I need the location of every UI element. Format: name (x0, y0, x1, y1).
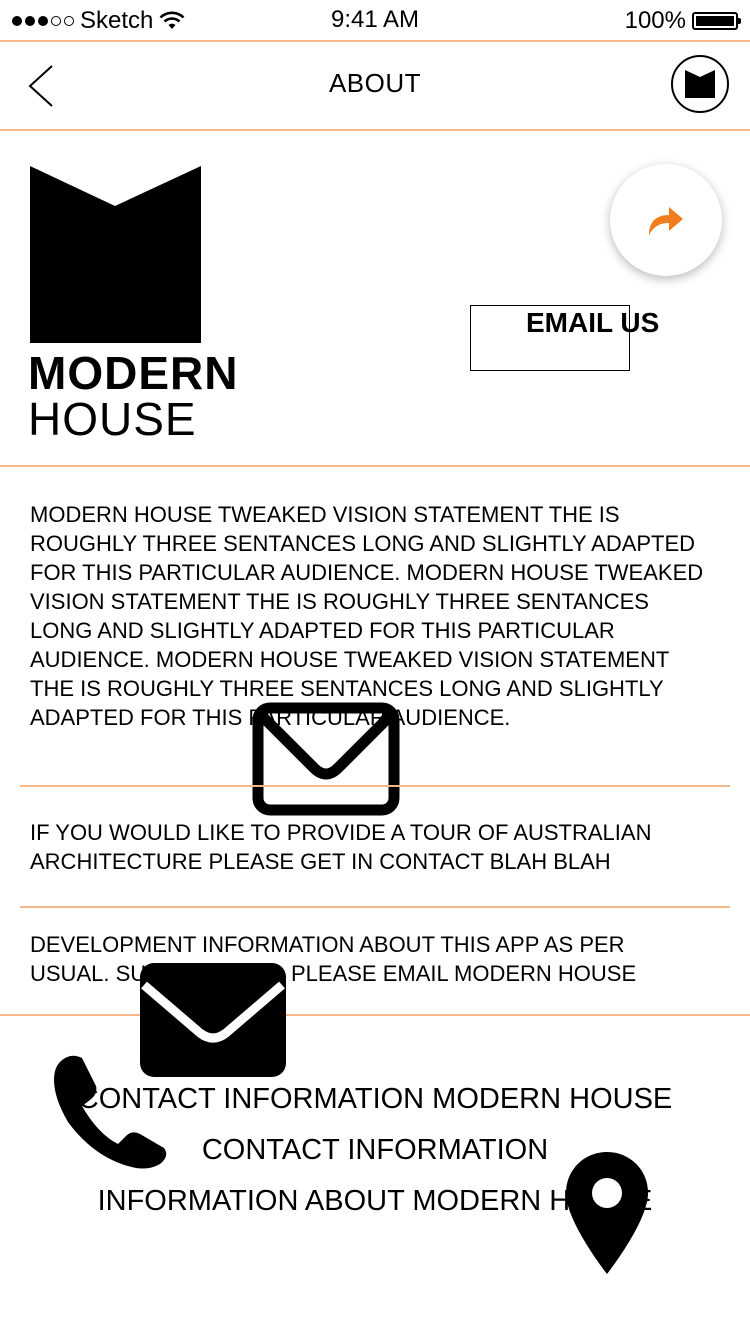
status-bar: Sketch 9:41 AM 100% (0, 0, 750, 40)
dev-info-line-1: DEVELOPMENT INFORMATION ABOUT THIS APP A… (30, 932, 625, 957)
email-us-label[interactable]: EMAIL US (526, 307, 659, 339)
divider (0, 129, 750, 131)
dev-info-line-2-start: USUAL. SU (30, 961, 147, 986)
modern-house-logo (30, 166, 201, 343)
vision-statement: MODERN HOUSE TWEAKED VISION STATEMENT TH… (30, 502, 704, 730)
location-pin-icon[interactable] (564, 1150, 650, 1276)
home-logo-button[interactable] (671, 55, 729, 113)
brand-name-house: HOUSE (28, 393, 197, 445)
modern-house-logo-icon (685, 70, 715, 98)
divider (20, 906, 730, 908)
divider (0, 40, 750, 42)
dev-info-line-2-end: PLEASE EMAIL MODERN HOUSE (291, 961, 637, 986)
mail-outline-icon[interactable] (252, 702, 400, 816)
tour-text: IF YOU WOULD LIKE TO PROVIDE A TOUR OF A… (30, 820, 652, 874)
battery-status: 100% (624, 6, 741, 36)
contact-line-1: CONTACT INFORMATION MODERN HOUSE (77, 1083, 673, 1115)
battery-icon (692, 12, 741, 30)
divider (20, 785, 730, 787)
divider (0, 465, 750, 467)
share-button[interactable] (610, 164, 722, 276)
share-arrow-icon (649, 207, 683, 235)
page-title: ABOUT (328, 68, 422, 98)
battery-percent: 100% (624, 7, 686, 34)
divider (0, 1014, 750, 1016)
